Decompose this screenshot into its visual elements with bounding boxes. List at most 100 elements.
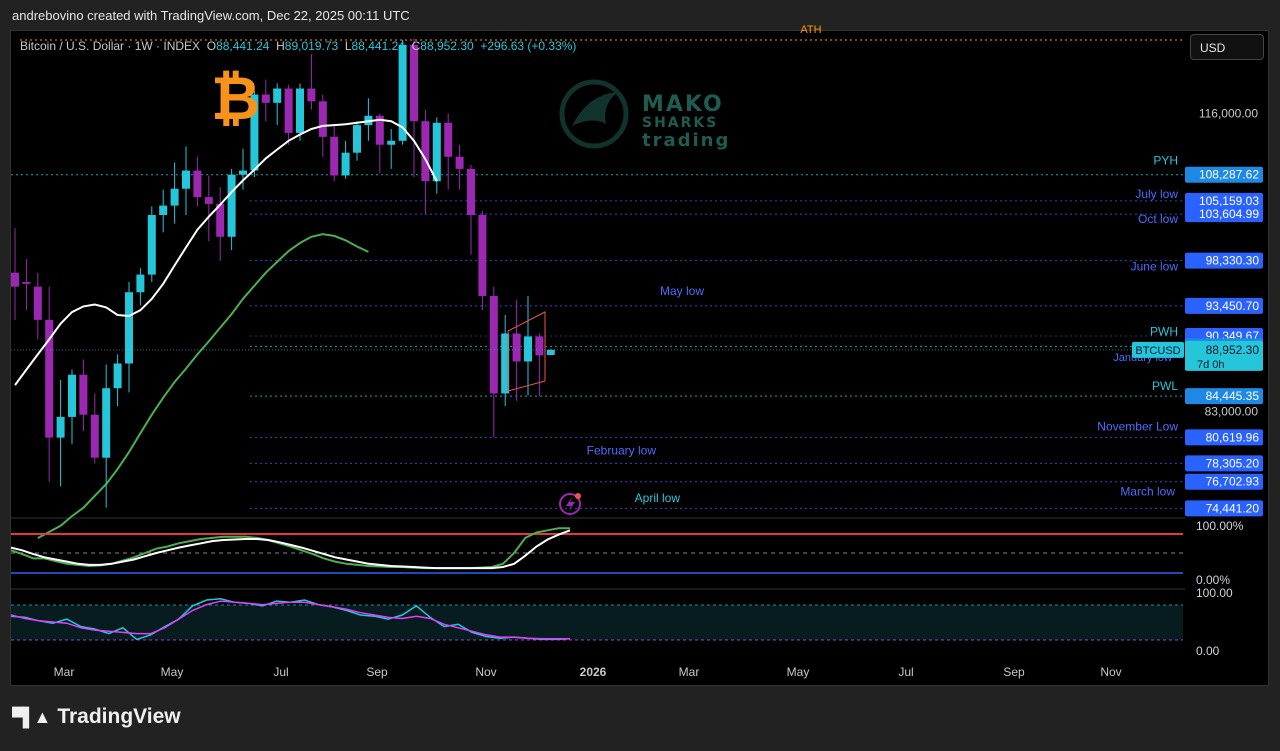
price-tag: 76,702.93 [1185,473,1263,490]
candle [478,210,487,311]
ath-label: ATH [800,24,821,36]
level-name: June low [1131,260,1179,274]
oscillator-1-tick-label: 100.00% [1196,519,1244,533]
x-tick-label: Mar [54,665,75,679]
candle-body [204,197,213,204]
logo-line-1: MAKO [642,92,724,117]
currency-button[interactable]: USD [1190,34,1264,60]
candle [421,109,430,215]
candle-body [296,88,304,133]
candle [33,272,42,340]
alert-icon-bolt [566,497,575,512]
candle-body [193,170,202,198]
legend-close: 88,952.30 [420,39,474,53]
level-name: April low [635,491,681,505]
x-tick-label: Nov [1100,665,1121,679]
ma-white-line [14,118,438,386]
candle-body [524,336,532,362]
candle [524,295,532,396]
price-tag: 74,441.20 [1185,500,1263,517]
candle [170,162,179,224]
candle [398,39,407,145]
candle-body [353,125,361,153]
alert-icon-dot [575,493,581,499]
price-tag: 108,287.62 [1185,166,1263,183]
price-tag: 93,450.70 [1185,297,1263,314]
candle [375,113,384,174]
candle [330,125,339,182]
candle [79,359,88,432]
candle-body [489,295,498,394]
level-name: November Low [1097,419,1178,433]
candle [216,187,225,261]
candle-body [546,349,555,355]
x-tick-label: 2026 [580,665,607,679]
legend-change: +296.63 (+0.33%) [480,39,577,53]
chart-legend: Bitcoin / U.S. Dollar · 1W · INDEX O88,4… [20,39,577,53]
price-tag-label: 78,305.20 [1206,456,1260,470]
x-tick-label: Jul [898,665,913,679]
current-price-countdown: 7d 0h [1197,359,1225,371]
candle [432,117,441,194]
candle [113,354,122,407]
current-price-value: 88,952.30 [1206,343,1260,357]
candle-body [136,274,145,293]
candle [307,54,316,110]
level-name: February low [587,443,657,457]
candle-body [512,333,521,362]
price-tag: 103,604.99 [1185,206,1263,223]
candle [273,83,282,126]
candle-body [284,88,293,133]
candle [353,121,361,161]
candle-body [330,136,339,176]
price-tag: 98,330.30 [1185,252,1263,269]
price-tag: 80,619.96 [1185,429,1263,446]
candle [284,84,293,145]
candle-body [79,374,88,415]
candle-body [239,170,247,175]
candle-body [273,88,282,103]
candle-body [68,374,76,417]
candle-body [33,286,42,320]
candle-body [182,170,190,189]
candle-body [90,414,99,458]
candle-body [113,363,122,389]
logo-line-3: trading [642,130,731,151]
level-name: May low [660,284,704,298]
candle [125,281,133,393]
candle [147,206,156,282]
candle-body [227,174,236,237]
candle [22,259,31,311]
candle-body [467,168,475,216]
y-tick-label: 83,000.00 [1205,405,1259,419]
candle [182,146,190,216]
candle [136,268,145,306]
candle [204,175,213,242]
candle-body [410,44,418,122]
candle-body [444,122,453,157]
candle-body [455,156,464,169]
level-name: PWL [1152,379,1178,393]
candle [341,140,350,179]
candle [90,393,99,464]
tradingview-logo-icon: ▀▌▲ [12,706,51,727]
candle-body [341,152,350,176]
candle [455,144,464,190]
level-name: PYH [1153,154,1178,168]
footer-brand: TradingView [57,705,181,728]
candle-body [147,215,156,275]
oscillator-1-tick-label: 0.00% [1196,573,1230,587]
candle [387,128,396,169]
x-tick-label: Jul [273,665,288,679]
y-tick-label: 116,000.00 [1199,107,1258,121]
candle [193,156,202,207]
legend-high: 89,019.73 [284,39,339,53]
candle [535,333,544,397]
x-tick-label: May [161,665,184,679]
level-name: Oct low [1138,212,1178,226]
level-name: July low [1135,187,1178,201]
candle-body [159,205,168,216]
candle-body [478,215,487,296]
oscillator-2-tick-label: 100.00 [1196,586,1233,600]
candle-body [125,292,133,364]
